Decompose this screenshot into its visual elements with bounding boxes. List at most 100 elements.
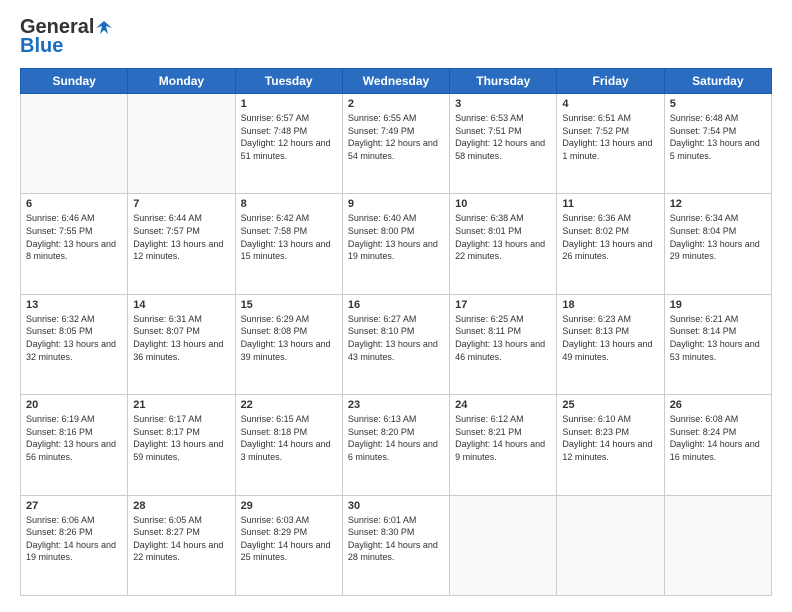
week-row-1: 1Sunrise: 6:57 AM Sunset: 7:48 PM Daylig… xyxy=(21,94,772,194)
calendar-cell: 22 Sunrise: 6:15 AM Sunset: 8:18 PM Dayli… xyxy=(235,395,342,495)
day-number: 30 xyxy=(348,500,444,512)
day-info: Sunrise: 6:32 AM Sunset: 8:05 PM Dayligh… xyxy=(26,313,122,363)
day-number: 15 xyxy=(241,299,337,311)
day-info: Sunrise: 6:48 AM Sunset: 7:54 PM Dayligh… xyxy=(670,112,766,162)
day-number: 5 xyxy=(670,98,766,110)
calendar-cell: 11 Sunrise: 6:36 AM Sunset: 8:02 PM Dayli… xyxy=(557,194,664,294)
calendar-cell: 5 Sunrise: 6:48 AM Sunset: 7:54 PM Daylig… xyxy=(664,94,771,194)
day-number: 29 xyxy=(241,500,337,512)
day-info: Sunrise: 6:05 AM Sunset: 8:27 PM Dayligh… xyxy=(133,514,229,564)
day-number: 20 xyxy=(26,399,122,411)
day-info: Sunrise: 6:17 AM Sunset: 8:17 PM Dayligh… xyxy=(133,413,229,463)
day-info: Sunrise: 6:23 AM Sunset: 8:13 PM Dayligh… xyxy=(562,313,658,363)
day-number: 17 xyxy=(455,299,551,311)
logo-bird-icon xyxy=(94,18,114,38)
calendar-cell: 30 Sunrise: 6:01 AM Sunset: 8:30 PM Dayli… xyxy=(342,495,449,595)
day-info: Sunrise: 6:36 AM Sunset: 8:02 PM Dayligh… xyxy=(562,212,658,262)
day-number: 28 xyxy=(133,500,229,512)
weekday-header-thursday: Thursday xyxy=(450,69,557,94)
calendar-cell: 2Sunrise: 6:55 AM Sunset: 7:49 PM Daylig… xyxy=(342,94,449,194)
week-row-3: 13 Sunrise: 6:32 AM Sunset: 8:05 PM Dayli… xyxy=(21,294,772,394)
weekday-header-wednesday: Wednesday xyxy=(342,69,449,94)
day-number: 24 xyxy=(455,399,551,411)
calendar-cell: 13 Sunrise: 6:32 AM Sunset: 8:05 PM Dayli… xyxy=(21,294,128,394)
calendar-cell xyxy=(21,94,128,194)
day-number: 3 xyxy=(455,98,551,110)
calendar-cell: 19 Sunrise: 6:21 AM Sunset: 8:14 PM Dayli… xyxy=(664,294,771,394)
calendar-cell: 29 Sunrise: 6:03 AM Sunset: 8:29 PM Dayli… xyxy=(235,495,342,595)
day-number: 27 xyxy=(26,500,122,512)
day-info: Sunrise: 6:34 AM Sunset: 8:04 PM Dayligh… xyxy=(670,212,766,262)
day-number: 11 xyxy=(562,198,658,210)
calendar-cell: 14 Sunrise: 6:31 AM Sunset: 8:07 PM Dayli… xyxy=(128,294,235,394)
logo-text-wrapper: General Blue xyxy=(20,16,114,58)
calendar-cell: 4Sunrise: 6:51 AM Sunset: 7:52 PM Daylig… xyxy=(557,94,664,194)
calendar-cell: 23 Sunrise: 6:13 AM Sunset: 8:20 PM Dayli… xyxy=(342,395,449,495)
calendar-cell: 18Sunrise: 6:23 AM Sunset: 8:13 PM Dayli… xyxy=(557,294,664,394)
day-info: Sunrise: 6:15 AM Sunset: 8:18 PM Dayligh… xyxy=(241,413,337,463)
day-info: Sunrise: 6:38 AM Sunset: 8:01 PM Dayligh… xyxy=(455,212,551,262)
calendar-table: SundayMondayTuesdayWednesdayThursdayFrid… xyxy=(20,68,772,596)
day-number: 23 xyxy=(348,399,444,411)
calendar-cell xyxy=(450,495,557,595)
calendar-cell: 27 Sunrise: 6:06 AM Sunset: 8:26 PM Dayli… xyxy=(21,495,128,595)
day-info: Sunrise: 6:10 AM Sunset: 8:23 PM Dayligh… xyxy=(562,413,658,463)
day-number: 19 xyxy=(670,299,766,311)
day-info: Sunrise: 6:31 AM Sunset: 8:07 PM Dayligh… xyxy=(133,313,229,363)
day-info: Sunrise: 6:06 AM Sunset: 8:26 PM Dayligh… xyxy=(26,514,122,564)
calendar-cell: 20 Sunrise: 6:19 AM Sunset: 8:16 PM Dayli… xyxy=(21,395,128,495)
day-number: 4 xyxy=(562,98,658,110)
day-number: 2 xyxy=(348,98,444,110)
day-info: Sunrise: 6:12 AM Sunset: 8:21 PM Dayligh… xyxy=(455,413,551,463)
day-info: Sunrise: 6:03 AM Sunset: 8:29 PM Dayligh… xyxy=(241,514,337,564)
day-number: 8 xyxy=(241,198,337,210)
day-number: 16 xyxy=(348,299,444,311)
day-number: 10 xyxy=(455,198,551,210)
calendar-cell: 17 Sunrise: 6:25 AM Sunset: 8:11 PM Dayli… xyxy=(450,294,557,394)
day-info: Sunrise: 6:25 AM Sunset: 8:11 PM Dayligh… xyxy=(455,313,551,363)
calendar-cell xyxy=(664,495,771,595)
calendar-cell: 28 Sunrise: 6:05 AM Sunset: 8:27 PM Dayli… xyxy=(128,495,235,595)
week-row-4: 20 Sunrise: 6:19 AM Sunset: 8:16 PM Dayli… xyxy=(21,395,772,495)
day-number: 12 xyxy=(670,198,766,210)
day-info: Sunrise: 6:53 AM Sunset: 7:51 PM Dayligh… xyxy=(455,112,551,162)
day-number: 22 xyxy=(241,399,337,411)
day-number: 26 xyxy=(670,399,766,411)
day-number: 25 xyxy=(562,399,658,411)
calendar-cell: 15 Sunrise: 6:29 AM Sunset: 8:08 PM Dayli… xyxy=(235,294,342,394)
day-info: Sunrise: 6:21 AM Sunset: 8:14 PM Dayligh… xyxy=(670,313,766,363)
calendar-cell: 12 Sunrise: 6:34 AM Sunset: 8:04 PM Dayli… xyxy=(664,194,771,294)
week-row-2: 6Sunrise: 6:46 AM Sunset: 7:55 PM Daylig… xyxy=(21,194,772,294)
page: General Blue General Blue xyxy=(0,0,792,612)
day-number: 21 xyxy=(133,399,229,411)
day-number: 13 xyxy=(26,299,122,311)
calendar-cell: 26 Sunrise: 6:08 AM Sunset: 8:24 PM Dayli… xyxy=(664,395,771,495)
calendar-cell: 6Sunrise: 6:46 AM Sunset: 7:55 PM Daylig… xyxy=(21,194,128,294)
day-info: Sunrise: 6:57 AM Sunset: 7:48 PM Dayligh… xyxy=(241,112,337,162)
logo-blue: Blue xyxy=(20,35,63,58)
weekday-header-row: SundayMondayTuesdayWednesdayThursdayFrid… xyxy=(21,69,772,94)
calendar-cell: 3 Sunrise: 6:53 AM Sunset: 7:51 PM Daylig… xyxy=(450,94,557,194)
calendar-cell: 25 Sunrise: 6:10 AM Sunset: 8:23 PM Dayli… xyxy=(557,395,664,495)
header: General Blue General Blue xyxy=(20,16,772,58)
calendar-cell: 10 Sunrise: 6:38 AM Sunset: 8:01 PM Dayli… xyxy=(450,194,557,294)
day-info: Sunrise: 6:44 AM Sunset: 7:57 PM Dayligh… xyxy=(133,212,229,262)
week-row-5: 27 Sunrise: 6:06 AM Sunset: 8:26 PM Dayli… xyxy=(21,495,772,595)
calendar-cell: 1Sunrise: 6:57 AM Sunset: 7:48 PM Daylig… xyxy=(235,94,342,194)
day-info: Sunrise: 6:29 AM Sunset: 8:08 PM Dayligh… xyxy=(241,313,337,363)
day-info: Sunrise: 6:19 AM Sunset: 8:16 PM Dayligh… xyxy=(26,413,122,463)
day-info: Sunrise: 6:01 AM Sunset: 8:30 PM Dayligh… xyxy=(348,514,444,564)
day-info: Sunrise: 6:40 AM Sunset: 8:00 PM Dayligh… xyxy=(348,212,444,262)
calendar-cell: 24 Sunrise: 6:12 AM Sunset: 8:21 PM Dayli… xyxy=(450,395,557,495)
calendar-cell: 16Sunrise: 6:27 AM Sunset: 8:10 PM Dayli… xyxy=(342,294,449,394)
day-info: Sunrise: 6:08 AM Sunset: 8:24 PM Dayligh… xyxy=(670,413,766,463)
day-number: 9 xyxy=(348,198,444,210)
day-info: Sunrise: 6:42 AM Sunset: 7:58 PM Dayligh… xyxy=(241,212,337,262)
calendar-cell: 21 Sunrise: 6:17 AM Sunset: 8:17 PM Dayli… xyxy=(128,395,235,495)
weekday-header-friday: Friday xyxy=(557,69,664,94)
calendar-cell: 7Sunrise: 6:44 AM Sunset: 7:57 PM Daylig… xyxy=(128,194,235,294)
weekday-header-tuesday: Tuesday xyxy=(235,69,342,94)
calendar-cell: 9 Sunrise: 6:40 AM Sunset: 8:00 PM Daylig… xyxy=(342,194,449,294)
day-number: 14 xyxy=(133,299,229,311)
day-info: Sunrise: 6:13 AM Sunset: 8:20 PM Dayligh… xyxy=(348,413,444,463)
